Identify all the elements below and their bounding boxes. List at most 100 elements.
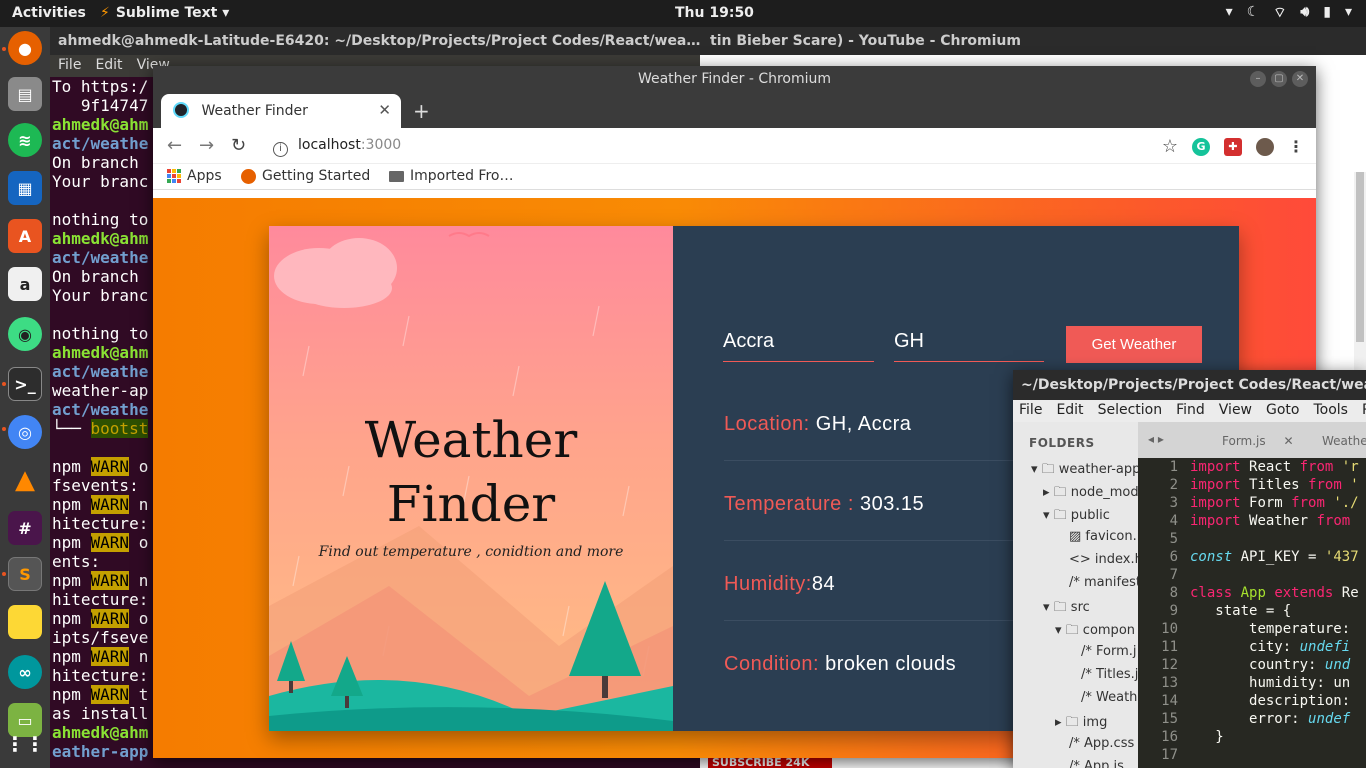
back-icon[interactable]: ← [167, 135, 182, 156]
firefox-icon[interactable]: ● [8, 31, 42, 65]
close-window-button[interactable]: ✕ [1292, 71, 1308, 87]
sublime-menu-find[interactable]: Find [1176, 402, 1205, 420]
bookmark-label: Apps [187, 168, 222, 184]
tree-item-node-modules[interactable]: ▸ 🗀 node_mod [1043, 483, 1138, 505]
tree-item-manifest[interactable]: /* manifest [1069, 575, 1138, 590]
tree-item-index-html[interactable]: <> index.ht [1069, 552, 1138, 567]
system-tray[interactable]: ▾ ☾ ⌔ 🔊︎ ▮ ▾ [1226, 4, 1352, 22]
forward-icon[interactable]: → [199, 135, 214, 156]
tab-nav-arrows[interactable]: ◂ ▸ [1148, 432, 1164, 446]
code-text: class App extends Re [1190, 585, 1359, 601]
night-light-icon: ☾ [1246, 4, 1260, 20]
slack-icon[interactable]: # [8, 511, 42, 545]
sublime-menu-edit[interactable]: Edit [1056, 402, 1083, 420]
sublime-text-window[interactable]: ~/Desktop/Projects/Project Codes/React/w… [1013, 370, 1366, 768]
running-indicator [2, 382, 6, 386]
amazon-icon[interactable]: a [8, 267, 42, 301]
bookmark-star-icon[interactable]: ☆ [1162, 136, 1178, 157]
terminal-icon[interactable]: >_ [8, 367, 42, 401]
firefox-bookmark-icon [241, 168, 256, 184]
temperature-label: Temperature : [724, 493, 860, 515]
dock: ● ▤ ≋ ▦ A a ◉ >_ ◎ ▲ # S ∞ ▭ ⋮⋮ [0, 27, 50, 768]
tree-item-public[interactable]: ▾ 🗀 public [1043, 506, 1110, 528]
country-input[interactable]: GH [894, 326, 1044, 362]
code-line: 4 import Weather from [1138, 512, 1366, 530]
sublime-menu-tools[interactable]: Tools [1313, 402, 1348, 420]
sublime-menu-file[interactable]: File [1019, 402, 1042, 420]
vlc-icon[interactable]: ▲ [8, 463, 42, 497]
sublime-menu-goto[interactable]: Goto [1266, 402, 1299, 420]
city-input[interactable]: Accra [723, 326, 874, 362]
volume-icon: 🔊︎ [1300, 4, 1310, 20]
bookmark-apps[interactable]: Apps [167, 168, 222, 184]
android-studio-icon[interactable]: ◉ [8, 317, 42, 351]
get-weather-button[interactable]: Get Weather [1066, 326, 1202, 363]
tab-form-js[interactable]: Form.js ✕ [1222, 434, 1294, 448]
line-number: 15 [1161, 711, 1178, 727]
browser-toolbar: ← → ↻ i localhost:3000 ☆ G ✚ ⋮ [153, 128, 1316, 164]
tree-item-titles-js[interactable]: /* Titles.j [1081, 667, 1138, 682]
tree-item-components[interactable]: ▾ 🗀 compon [1055, 621, 1135, 643]
clock[interactable]: Thu 19:50 [675, 5, 754, 21]
notes-icon[interactable] [8, 605, 42, 639]
activities-button[interactable]: Activities [12, 5, 86, 21]
bookmark-getting-started[interactable]: Getting Started [241, 168, 370, 184]
sidebar-folders: FOLDERS ▾ 🗀 weather-app ▸ 🗀 node_mod ▾ 🗀… [1013, 422, 1138, 768]
terminal-menu-file[interactable]: File [58, 57, 81, 75]
address-bar[interactable]: i localhost:3000 [263, 132, 1143, 160]
close-tab-icon[interactable]: ✕ [378, 101, 391, 119]
bookmark-imported-folder[interactable]: Imported Fro… [389, 168, 513, 184]
dropdown-icon[interactable]: ▾ [1226, 4, 1233, 22]
tree-item-form-js[interactable]: /* Form.j [1081, 644, 1137, 659]
tree-item-img[interactable]: ▸ 🗀 img [1055, 713, 1107, 735]
spotify-icon[interactable]: ≋ [8, 123, 42, 157]
arduino-icon[interactable]: ∞ [8, 655, 42, 689]
app-menu[interactable]: ⚡ Sublime Text ▾ [100, 5, 229, 21]
code-line: 10 temperature: [1138, 620, 1366, 638]
maximize-button[interactable]: ▢ [1271, 71, 1287, 87]
writer-icon[interactable]: ▦ [8, 171, 42, 205]
app-menu-label: Sublime Text [115, 5, 218, 21]
minimize-button[interactable]: – [1250, 71, 1266, 87]
tree-item-src[interactable]: ▾ 🗀 src [1043, 598, 1090, 620]
new-tab-button[interactable]: + [413, 99, 430, 123]
chromium-icon[interactable]: ◎ [8, 415, 42, 449]
scroll-thumb[interactable] [1356, 172, 1364, 342]
editor-tabs: ◂ ▸ Form.js ✕ Weather [1138, 422, 1366, 458]
line-number: 10 [1161, 621, 1178, 637]
url-port: :3000 [360, 137, 402, 153]
menu-kebab-icon[interactable]: ⋮ [1288, 137, 1304, 156]
code-line: 6 const API_KEY = '437 [1138, 548, 1366, 566]
sublime-menu-project[interactable]: P [1362, 402, 1366, 420]
tab-weather-finder[interactable]: Weather Finder ✕ [161, 94, 401, 128]
window-title: Weather Finder - Chromium [637, 71, 832, 87]
site-info-icon[interactable]: i [273, 142, 288, 157]
line-number: 12 [1161, 657, 1178, 673]
tree-item-favicon[interactable]: ▨ favicon.i [1069, 529, 1138, 544]
line-number: 7 [1169, 567, 1178, 583]
system-menu-icon[interactable]: ▾ [1345, 4, 1352, 22]
url-host: localhost [298, 137, 361, 153]
grammarly-extension-icon[interactable]: G [1192, 137, 1210, 156]
profile-avatar[interactable] [1256, 137, 1274, 156]
code-text: humidity: un [1249, 675, 1351, 691]
code-text: city: undefi [1249, 639, 1351, 655]
tree-item-weather-js[interactable]: /* Weath [1081, 690, 1137, 705]
code-text: temperature: [1249, 621, 1351, 637]
files-icon[interactable]: ▤ [8, 77, 42, 111]
bookmark-label: Imported Fro… [410, 168, 514, 184]
reload-icon[interactable]: ↻ [231, 135, 246, 156]
code-line: 17 [1138, 746, 1366, 764]
sublime-text-icon[interactable]: S [8, 557, 42, 591]
tab-weather-js[interactable]: Weather [1322, 434, 1366, 448]
terminal-menu-edit[interactable]: Edit [95, 57, 122, 75]
code-editor[interactable]: 1 import React from 'r 2 import Titles from… [1138, 458, 1366, 768]
tree-item-app-css[interactable]: /* App.css [1069, 736, 1134, 751]
software-center-icon[interactable]: A [8, 219, 42, 253]
tree-item-weather-app[interactable]: ▾ 🗀 weather-app [1031, 460, 1138, 482]
extension-icon[interactable]: ✚ [1224, 137, 1242, 156]
sublime-menu-view[interactable]: View [1219, 402, 1252, 420]
show-apps-icon[interactable]: ⋮⋮ [5, 727, 45, 761]
tree-item-app-js[interactable]: /* App.js [1069, 759, 1124, 768]
sublime-menu-selection[interactable]: Selection [1098, 402, 1163, 420]
